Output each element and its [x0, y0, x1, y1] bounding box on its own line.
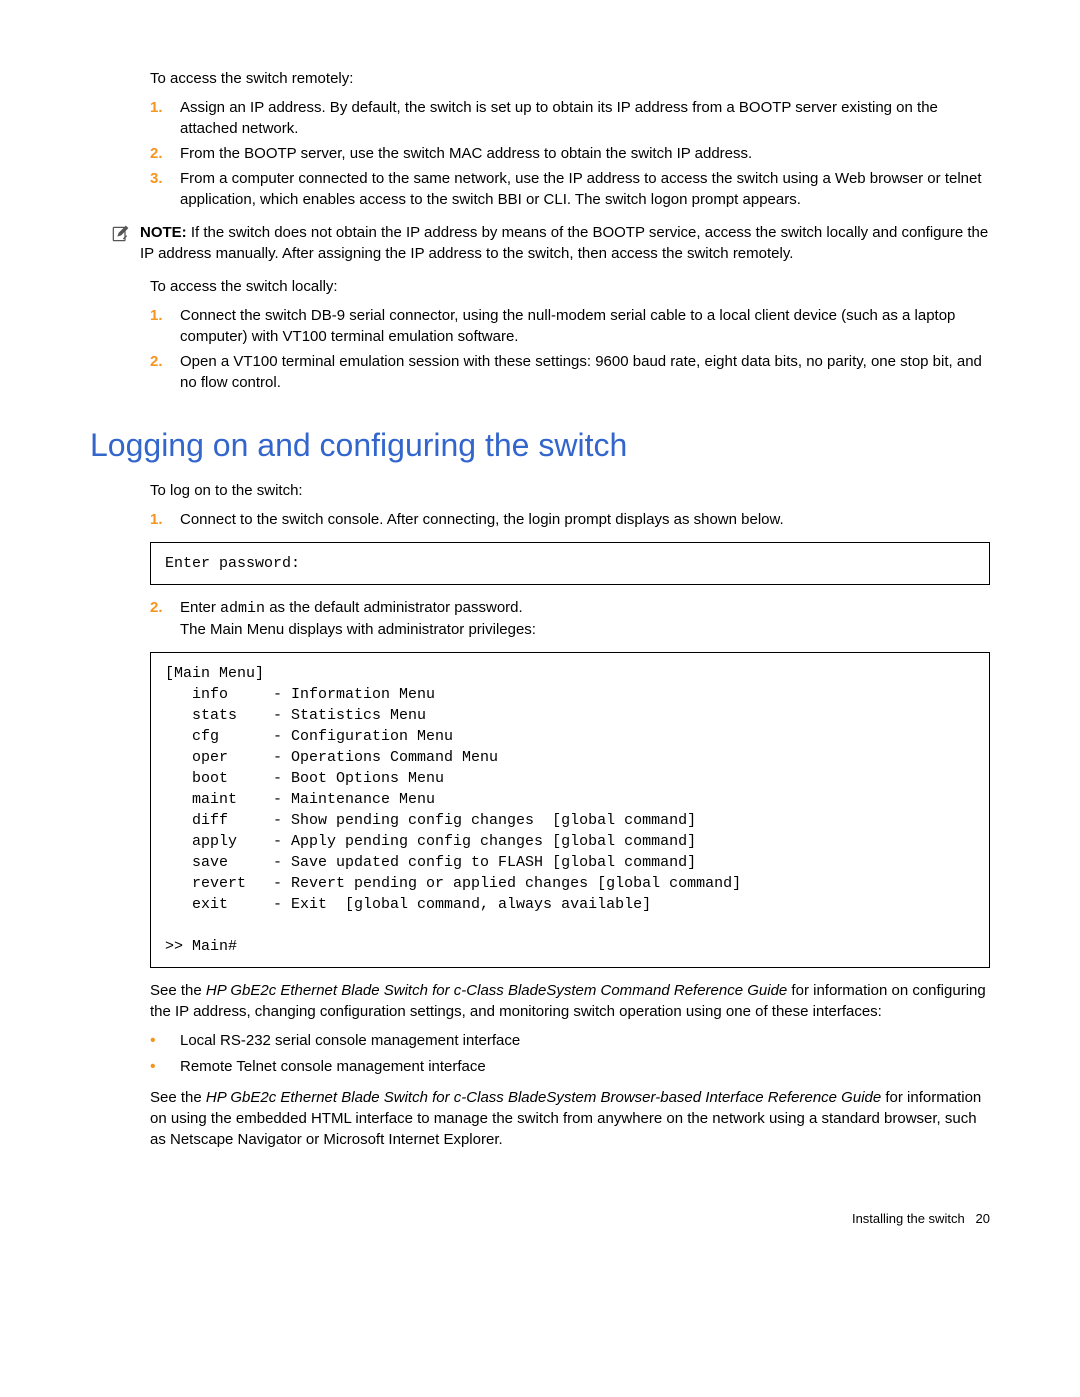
text-prefix: See the — [150, 1089, 206, 1106]
bullet-icon: • — [150, 1056, 180, 1078]
intro-logon: To log on to the switch: — [150, 480, 990, 501]
step-text: From the BOOTP server, use the switch MA… — [180, 143, 990, 164]
step-number: 2. — [150, 143, 180, 164]
list-item: 3. From a computer connected to the same… — [150, 168, 990, 210]
reference-paragraph-2: See the HP GbE2c Ethernet Blade Switch f… — [150, 1087, 990, 1150]
text-prefix: See the — [150, 982, 206, 999]
list-item: 1. Assign an IP address. By default, the… — [150, 97, 990, 139]
reference-title-italic: HP GbE2c Ethernet Blade Switch for c-Cla… — [206, 982, 787, 999]
list-item: 2. Enter admin as the default administra… — [150, 597, 990, 640]
text-suffix: as the default administrator password. — [265, 599, 523, 616]
bullet-icon: • — [150, 1030, 180, 1052]
step-number: 2. — [150, 597, 180, 640]
note-body: NOTE: If the switch does not obtain the … — [140, 222, 990, 264]
list-item: 1. Connect the switch DB-9 serial connec… — [150, 305, 990, 347]
step-text: Connect the switch DB-9 serial connector… — [180, 305, 990, 347]
code-box-main-menu: [Main Menu] info - Information Menu stat… — [150, 652, 990, 968]
list-item: • Remote Telnet console management inter… — [150, 1056, 990, 1078]
list-item-text: Local RS-232 serial console management i… — [180, 1030, 520, 1052]
footer-label: Installing the switch — [852, 1211, 965, 1226]
text-prefix: Enter — [180, 599, 220, 616]
intro-remote-access: To access the switch remotely: — [150, 68, 990, 89]
list-item: • Local RS-232 serial console management… — [150, 1030, 990, 1052]
step-number: 3. — [150, 168, 180, 210]
reference-paragraph-1: See the HP GbE2c Ethernet Blade Switch f… — [150, 980, 990, 1022]
logon-steps-part2: 2. Enter admin as the default administra… — [150, 597, 990, 640]
step-number: 2. — [150, 351, 180, 393]
inline-code-admin: admin — [220, 600, 265, 617]
step-number: 1. — [150, 509, 180, 530]
footer-page-number: 20 — [976, 1211, 990, 1226]
note-icon — [110, 222, 140, 264]
remote-access-steps: 1. Assign an IP address. By default, the… — [150, 97, 990, 210]
code-box-password: Enter password: — [150, 542, 990, 585]
step-text: Open a VT100 terminal emulation session … — [180, 351, 990, 393]
logon-steps-part1: 1. Connect to the switch console. After … — [150, 509, 990, 530]
intro-local-access: To access the switch locally: — [150, 276, 990, 297]
local-access-steps: 1. Connect the switch DB-9 serial connec… — [150, 305, 990, 393]
step-number: 1. — [150, 97, 180, 139]
note-label: NOTE: — [140, 224, 187, 241]
reference-title-italic: HP GbE2c Ethernet Blade Switch for c-Cla… — [206, 1089, 881, 1106]
step-text-line2: The Main Menu displays with administrato… — [180, 621, 536, 638]
note-text: If the switch does not obtain the IP add… — [140, 224, 988, 262]
list-item: 1. Connect to the switch console. After … — [150, 509, 990, 530]
interfaces-list: • Local RS-232 serial console management… — [150, 1030, 990, 1079]
page-footer: Installing the switch 20 — [90, 1210, 990, 1228]
step-text: Connect to the switch console. After con… — [180, 509, 990, 530]
list-item-text: Remote Telnet console management interfa… — [180, 1056, 486, 1078]
step-text: From a computer connected to the same ne… — [180, 168, 990, 210]
step-text: Enter admin as the default administrator… — [180, 597, 990, 640]
section-heading: Logging on and configuring the switch — [90, 423, 990, 468]
list-item: 2. Open a VT100 terminal emulation sessi… — [150, 351, 990, 393]
step-text: Assign an IP address. By default, the sw… — [180, 97, 990, 139]
note-block: NOTE: If the switch does not obtain the … — [110, 222, 990, 264]
step-number: 1. — [150, 305, 180, 347]
list-item: 2. From the BOOTP server, use the switch… — [150, 143, 990, 164]
